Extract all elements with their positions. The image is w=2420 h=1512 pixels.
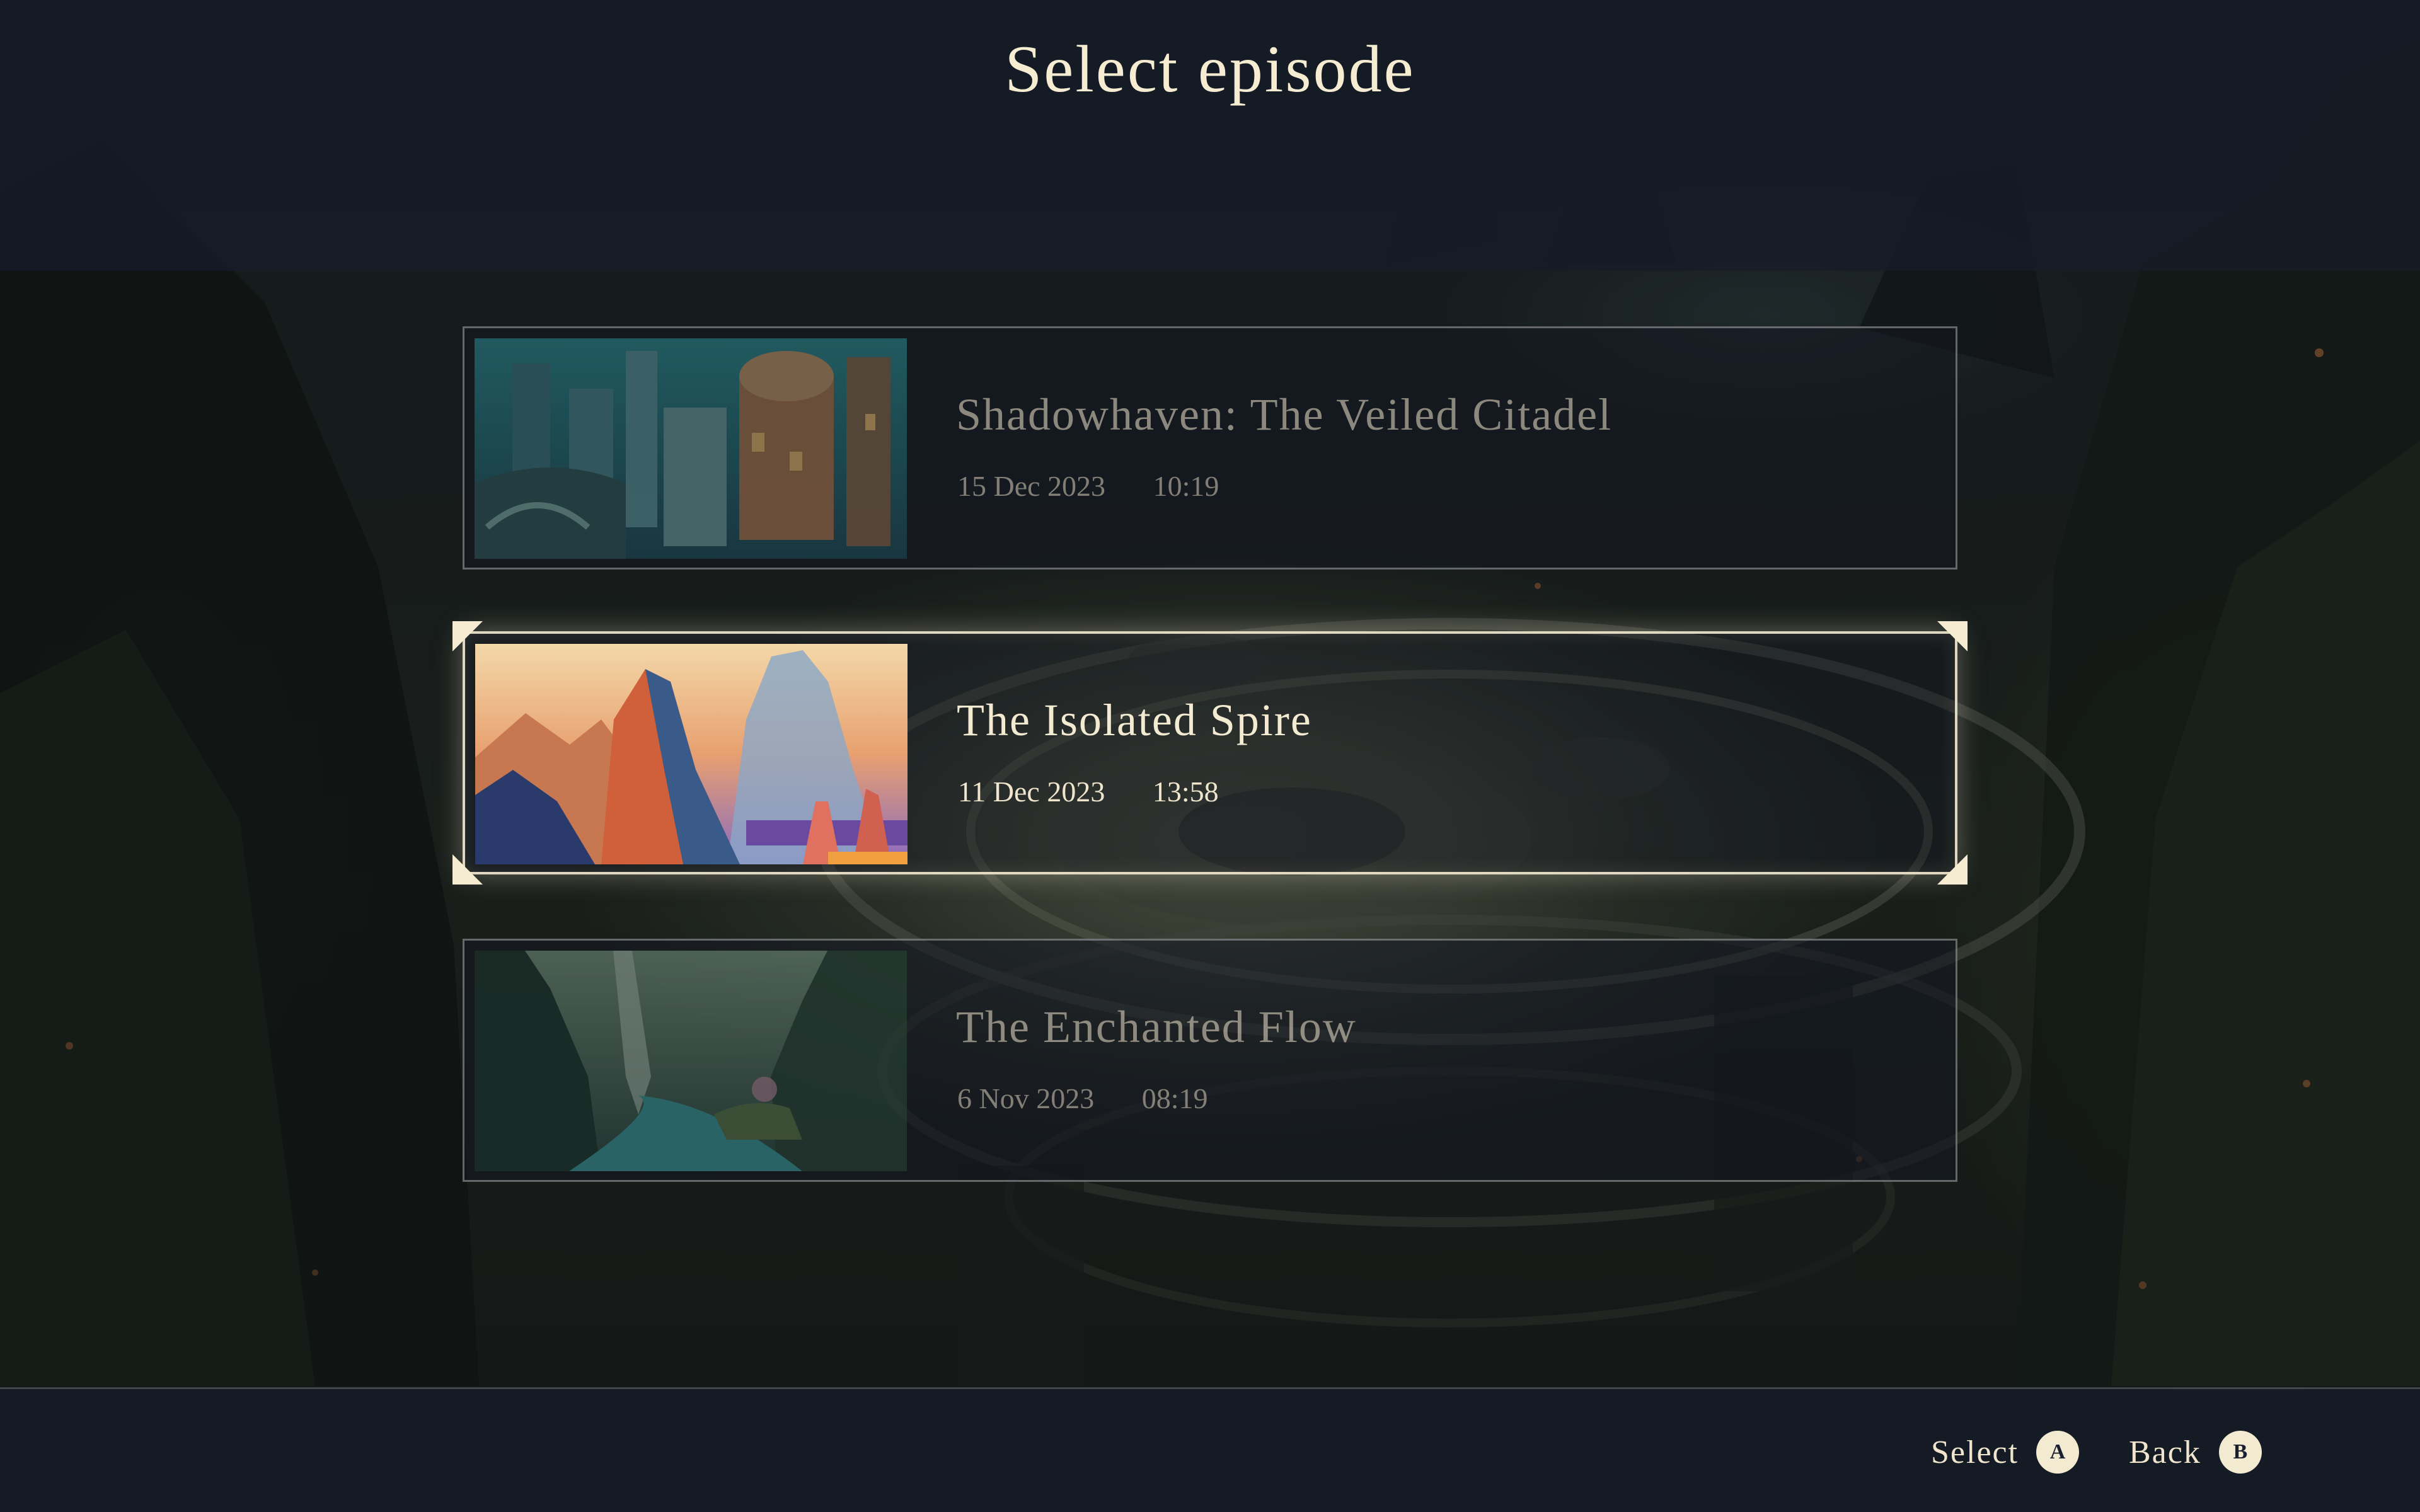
episode-card-2[interactable]: The Isolated Spire 11 Dec 2023 13:58 (452, 621, 1968, 885)
selection-corner-icon (1937, 854, 1968, 885)
select-hint[interactable]: Select A (1931, 1431, 2080, 1474)
river-forest-thumbnail (475, 951, 907, 1171)
spire-mountain-thumbnail (475, 644, 908, 864)
back-hint-label: Back (2129, 1434, 2201, 1470)
episode-date: 15 Dec 2023 (957, 470, 1106, 502)
episode-date: 6 Nov 2023 (957, 1082, 1095, 1114)
episode-duration: 08:19 (1141, 1082, 1208, 1114)
back-hint[interactable]: Back B (2129, 1431, 2262, 1474)
footer-bar: Select A Back B (0, 1387, 2420, 1512)
episode-title: The Enchanted Flow (956, 1002, 1357, 1052)
episode-select-screen: Select episode Shadowhaven: The Veiled C… (0, 0, 2420, 1512)
episode-card-3[interactable]: The Enchanted Flow 6 Nov 2023 08:19 (463, 939, 1957, 1182)
citadel-city-thumbnail (475, 338, 907, 559)
a-button-icon: A (2036, 1431, 2080, 1474)
page-title: Select episode (1005, 32, 1415, 106)
episode-meta: 11 Dec 2023 13:58 (958, 775, 1219, 808)
episode-title: Shadowhaven: The Veiled Citadel (956, 389, 1613, 440)
episode-title: The Isolated Spire (957, 695, 1312, 745)
selection-corner-icon (1937, 621, 1968, 651)
episode-duration: 10:19 (1153, 470, 1219, 502)
b-button-icon: B (2218, 1431, 2262, 1474)
episode-duration: 13:58 (1152, 776, 1219, 808)
episode-meta: 6 Nov 2023 08:19 (957, 1082, 1208, 1115)
select-hint-label: Select (1931, 1434, 2019, 1470)
episode-card-1[interactable]: Shadowhaven: The Veiled Citadel 15 Dec 2… (463, 326, 1957, 570)
episode-date: 11 Dec 2023 (958, 776, 1105, 808)
episode-meta: 15 Dec 2023 10:19 (957, 469, 1219, 503)
header-bar: Select episode (0, 0, 2420, 271)
